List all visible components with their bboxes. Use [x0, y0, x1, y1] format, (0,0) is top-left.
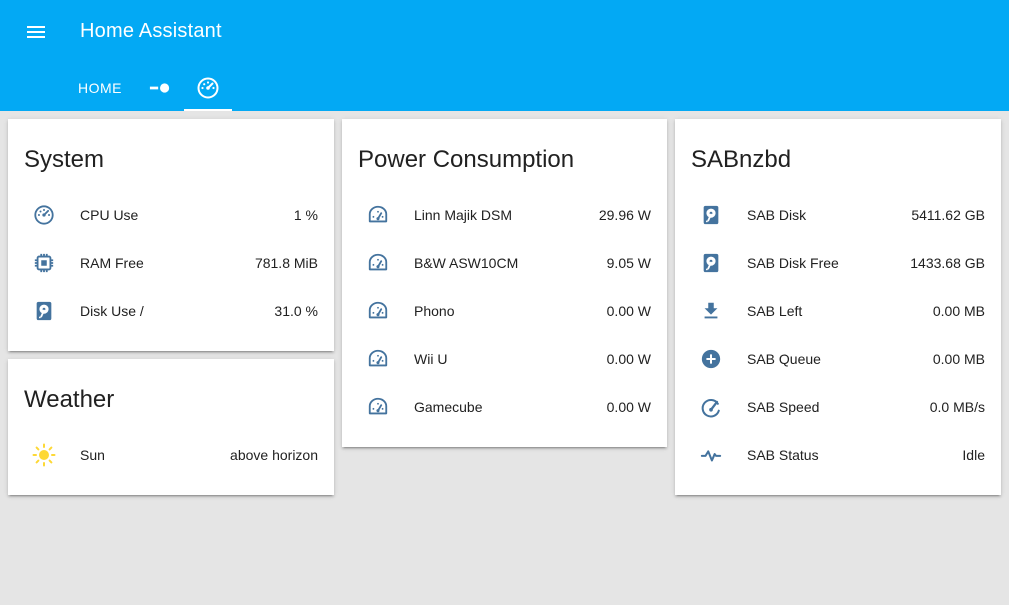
power-consumption-card: Power Consumption Linn Majik DSM 29.96 W… — [342, 119, 667, 447]
list-item-phono[interactable]: Phono 0.00 W — [342, 287, 667, 335]
power-meter-icon — [366, 251, 390, 275]
power-meter-icon — [366, 395, 390, 419]
entity-value: 1433.68 GB — [910, 255, 985, 271]
tab-sensors[interactable] — [184, 64, 232, 111]
entity-name: Gamecube — [414, 399, 483, 415]
list-item-sab-disk[interactable]: SAB Disk 5411.62 GB — [675, 191, 1001, 239]
entity-value: 0.00 W — [606, 399, 651, 415]
entity-name: Linn Majik DSM — [414, 207, 513, 223]
pulse-icon — [699, 443, 723, 467]
entity-value: 1 % — [293, 207, 318, 223]
view-tabs: HOME — [64, 64, 232, 111]
list-item-bw-asw10cm[interactable]: B&W ASW10CM 9.05 W — [342, 239, 667, 287]
entity-name: CPU Use — [80, 207, 139, 223]
entity-name: RAM Free — [80, 255, 144, 271]
card-title: System — [24, 146, 105, 173]
plus-circle-icon — [699, 347, 723, 371]
speedometer-icon — [699, 395, 723, 419]
memory-chip-icon — [32, 251, 56, 275]
entity-value: 5411.62 GB — [911, 207, 985, 223]
gauge-icon — [196, 76, 220, 100]
toggle-switch-icon — [149, 77, 171, 99]
harddisk-icon — [32, 299, 56, 323]
entity-value: 0.0 MB/s — [929, 399, 985, 415]
power-meter-icon — [366, 203, 390, 227]
entity-name: SAB Disk Free — [747, 255, 839, 271]
power-meter-icon — [366, 299, 390, 323]
entity-value: above horizon — [230, 447, 318, 463]
list-item-sab-speed[interactable]: SAB Speed 0.0 MB/s — [675, 383, 1001, 431]
list-item-sab-disk-free[interactable]: SAB Disk Free 1433.68 GB — [675, 239, 1001, 287]
entity-name: Wii U — [414, 351, 448, 367]
entity-name: B&W ASW10CM — [414, 255, 519, 271]
entity-value: Idle — [962, 447, 985, 463]
harddisk-icon — [699, 203, 723, 227]
entity-value: 0.00 W — [606, 351, 651, 367]
app-header: Home Assistant HOME — [0, 0, 1009, 111]
card-title: SABnzbd — [691, 146, 792, 173]
list-item-sun[interactable]: Sun above horizon — [8, 431, 334, 479]
entity-name: SAB Queue — [747, 351, 821, 367]
menu-icon[interactable] — [22, 18, 50, 46]
entity-name: SAB Left — [747, 303, 803, 319]
list-item-disk-use[interactable]: Disk Use / 31.0 % — [8, 287, 334, 335]
weather-card: Weather Sun above horizon — [8, 359, 334, 495]
entity-value: 31.0 % — [274, 303, 318, 319]
card-title: Power Consumption — [358, 146, 575, 173]
entity-value: 0.00 MB — [932, 303, 985, 319]
entity-value: 9.05 W — [606, 255, 651, 271]
gauge-icon — [32, 203, 56, 227]
entity-value: 0.00 MB — [932, 351, 985, 367]
list-item-sab-left[interactable]: SAB Left 0.00 MB — [675, 287, 1001, 335]
entity-name: Phono — [414, 303, 455, 319]
entity-name: SAB Disk — [747, 207, 807, 223]
tab-switches[interactable] — [136, 64, 184, 111]
sun-icon — [32, 443, 56, 467]
sabnzbd-card: SABnzbd SAB Disk 5411.62 GB SAB Disk Fre… — [675, 119, 1001, 495]
list-item-ram-free[interactable]: RAM Free 781.8 MiB — [8, 239, 334, 287]
entity-name: Disk Use / — [80, 303, 144, 319]
card-title: Weather — [24, 386, 115, 413]
list-item-sab-status[interactable]: SAB Status Idle — [675, 431, 1001, 479]
entity-value: 781.8 MiB — [254, 255, 318, 271]
entity-name: Sun — [80, 447, 105, 463]
download-icon — [699, 299, 723, 323]
list-item-wii-u[interactable]: Wii U 0.00 W — [342, 335, 667, 383]
list-item-cpu-use[interactable]: CPU Use 1 % — [8, 191, 334, 239]
power-meter-icon — [366, 347, 390, 371]
app-title: Home Assistant — [80, 20, 222, 42]
entity-name: SAB Speed — [747, 399, 820, 415]
entity-value: 29.96 W — [598, 207, 651, 223]
list-item-sab-queue[interactable]: SAB Queue 0.00 MB — [675, 335, 1001, 383]
system-card: System CPU Use 1 % RAM Free 781.8 MiB Di… — [8, 119, 334, 351]
list-item-linn-majik-dsm[interactable]: Linn Majik DSM 29.96 W — [342, 191, 667, 239]
entity-value: 0.00 W — [606, 303, 651, 319]
tab-home[interactable]: HOME — [64, 64, 136, 111]
entity-name: SAB Status — [747, 447, 819, 463]
list-item-gamecube[interactable]: Gamecube 0.00 W — [342, 383, 667, 431]
harddisk-icon — [699, 251, 723, 275]
